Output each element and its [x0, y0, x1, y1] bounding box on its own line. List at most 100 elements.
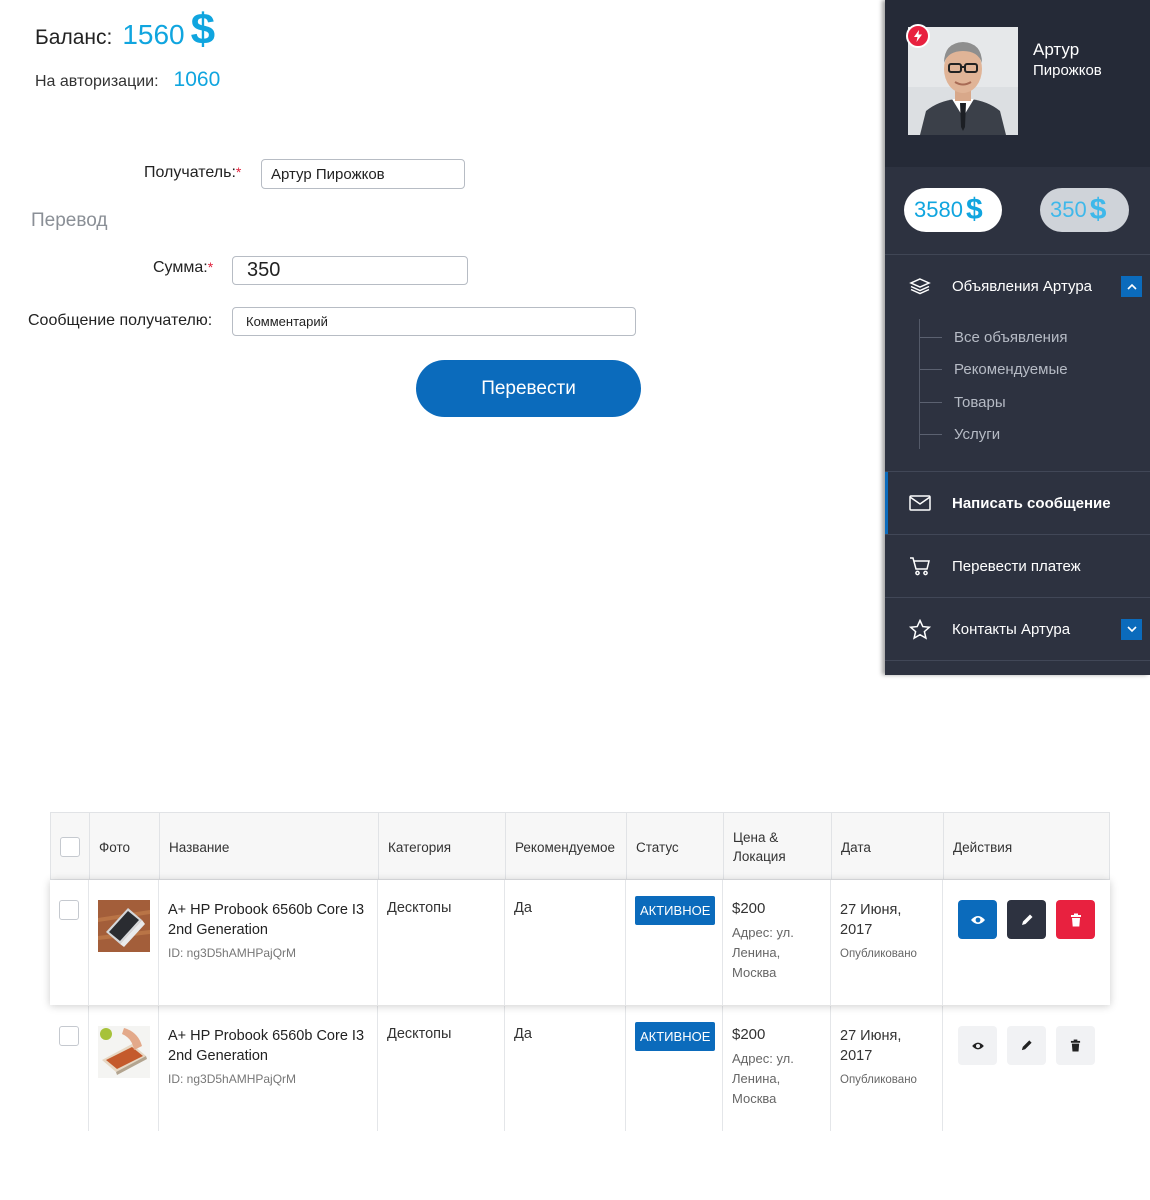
- price-cell: $200 Адрес: ул. Ленина, Москва: [723, 880, 831, 1005]
- date-cell: 27 Июня, 2017 Опубликовано: [831, 880, 943, 1005]
- wallets: 3580 $ 350 $: [885, 167, 1150, 255]
- eye-icon: [970, 915, 985, 924]
- wallet-second-value: 350: [1050, 197, 1087, 222]
- profile-name[interactable]: Артур Пирожков: [1033, 39, 1102, 81]
- select-all-cell: [51, 813, 90, 881]
- table-row: A+ HP Probook 6560b Core I3 2nd Generati…: [50, 880, 1110, 1005]
- trash-icon: [1070, 913, 1081, 926]
- product-title[interactable]: A+ HP Probook 6560b Core I3 2nd Generati…: [168, 900, 368, 940]
- transfer-button[interactable]: Перевести: [416, 360, 641, 417]
- featured-cell: Да: [505, 1006, 626, 1131]
- submenu-item-goods[interactable]: Товары: [920, 394, 1006, 411]
- wallet-main-badge[interactable]: 3580 $: [904, 188, 1002, 232]
- recipient-label: Получатель:*: [144, 164, 242, 181]
- column-header[interactable]: Дата: [832, 813, 944, 881]
- recipient-input[interactable]: Артур Пирожков: [261, 159, 465, 189]
- column-header[interactable]: Цена & Локация: [724, 813, 832, 881]
- edit-button[interactable]: [1007, 1026, 1046, 1065]
- balance-value: 1560: [122, 19, 185, 50]
- delete-button[interactable]: [1056, 1026, 1095, 1065]
- price-cell: $200 Адрес: ул. Ленина, Москва: [723, 1006, 831, 1131]
- amount-label: Сумма:*: [153, 259, 214, 276]
- location: Адрес: ул. Ленина, Москва: [732, 1051, 794, 1106]
- row-checkbox[interactable]: [59, 1026, 79, 1046]
- view-button[interactable]: [958, 1026, 997, 1065]
- balance-summary: Баланс: 1560 $: [35, 8, 215, 52]
- trash-icon: [1070, 1039, 1081, 1052]
- profile-last-name: Пирожков: [1033, 62, 1102, 79]
- row-checkbox[interactable]: [59, 900, 79, 920]
- price: $200: [732, 900, 766, 917]
- column-header[interactable]: Название: [160, 813, 379, 881]
- ads-submenu: Все объявления Рекомендуемые Товары Услу…: [919, 319, 1119, 449]
- publication-status: Опубликовано: [840, 948, 917, 960]
- column-header[interactable]: Рекомендуемое: [506, 813, 627, 881]
- submenu-item-all-ads[interactable]: Все объявления: [920, 329, 1067, 346]
- photo-cell: [89, 880, 159, 1005]
- photo-cell: [89, 1006, 159, 1131]
- authorization-summary: На авторизации: 1060: [35, 68, 220, 92]
- envelope-icon: [908, 491, 932, 515]
- sidebar-item-transfer[interactable]: Перевести платеж: [885, 535, 1150, 597]
- actions-cell: [943, 880, 1110, 1005]
- column-header[interactable]: Категория: [379, 813, 506, 881]
- date: 27 Июня, 2017: [840, 1028, 902, 1064]
- submenu-item-featured[interactable]: Рекомендуемые: [920, 361, 1068, 378]
- sidebar-item-label: Перевести платеж: [952, 557, 1081, 575]
- select-all-checkbox[interactable]: [60, 837, 80, 857]
- view-button[interactable]: [958, 900, 997, 939]
- category-cell: Десктопы: [378, 1006, 505, 1131]
- sidebar-item-label: Контакты Артура: [952, 620, 1071, 638]
- product-id: ID: ng3D5hAMHPajQrM: [168, 1072, 297, 1086]
- featured-cell: Да: [505, 880, 626, 1005]
- submenu-item-services[interactable]: Услуги: [920, 426, 1000, 443]
- cart-icon: [908, 554, 932, 578]
- sidebar-item-ads[interactable]: Объявления Артура: [885, 264, 1150, 308]
- divider: [885, 660, 1150, 661]
- status-cell: АКТИВНОЕ: [626, 1006, 723, 1131]
- row-select-cell: [50, 1006, 89, 1131]
- status-badge: АКТИВНОЕ: [635, 1022, 716, 1051]
- sidebar-item-write-message[interactable]: Написать сообщение: [885, 472, 1150, 534]
- amount-input[interactable]: 350: [232, 256, 468, 285]
- section-title: Перевод: [31, 210, 108, 231]
- table-row: A+ HP Probook 6560b Core I3 2nd Generati…: [50, 1006, 1110, 1131]
- product-thumbnail[interactable]: [98, 900, 150, 952]
- column-header[interactable]: Статус: [627, 813, 724, 881]
- price: $200: [732, 1026, 766, 1043]
- sidebar-item-contacts[interactable]: Контакты Артура: [885, 598, 1150, 660]
- title-cell: A+ HP Probook 6560b Core I3 2nd Generati…: [159, 1006, 378, 1131]
- date-cell: 27 Июня, 2017 Опубликовано: [831, 1006, 943, 1131]
- currency-icon: $: [190, 5, 216, 54]
- chevron-up-icon[interactable]: [1121, 275, 1142, 297]
- authorization-value: 1060: [173, 68, 221, 91]
- edit-button[interactable]: [1007, 900, 1046, 939]
- status-badge: АКТИВНОЕ: [635, 896, 716, 925]
- product-thumbnail[interactable]: [98, 1026, 150, 1078]
- product-title[interactable]: A+ HP Probook 6560b Core I3 2nd Generati…: [168, 1026, 368, 1066]
- pencil-icon: [1021, 914, 1032, 925]
- profile-card: Артур Пирожков: [885, 0, 1150, 167]
- date: 27 Июня, 2017: [840, 902, 902, 938]
- lightning-icon: [906, 24, 930, 48]
- wallet-second-badge[interactable]: 350 $: [1040, 188, 1129, 232]
- currency-icon: $: [965, 193, 983, 226]
- status-cell: АКТИВНОЕ: [626, 880, 723, 1005]
- message-input[interactable]: Комментарий: [232, 307, 636, 336]
- message-label: Сообщение получателю:: [28, 312, 213, 329]
- location: Адрес: ул. Ленина, Москва: [732, 925, 794, 980]
- delete-button[interactable]: [1056, 900, 1095, 939]
- wallet-main-value: 3580: [914, 197, 963, 222]
- layers-icon: [908, 274, 932, 298]
- chevron-down-icon[interactable]: [1121, 618, 1142, 640]
- actions-cell: [943, 1006, 1110, 1131]
- publication-status: Опубликовано: [840, 1074, 917, 1086]
- currency-icon: $: [1089, 193, 1107, 226]
- ads-table: Фото Название Категория Рекомендуемое Ст…: [50, 812, 1110, 1131]
- sidebar-item-label: Объявления Артура: [952, 277, 1093, 295]
- title-cell: A+ HP Probook 6560b Core I3 2nd Generati…: [159, 880, 378, 1005]
- pencil-icon: [1021, 1040, 1032, 1051]
- column-header[interactable]: Фото: [90, 813, 160, 881]
- row-select-cell: [50, 880, 89, 1005]
- column-header: Действия: [953, 839, 1013, 855]
